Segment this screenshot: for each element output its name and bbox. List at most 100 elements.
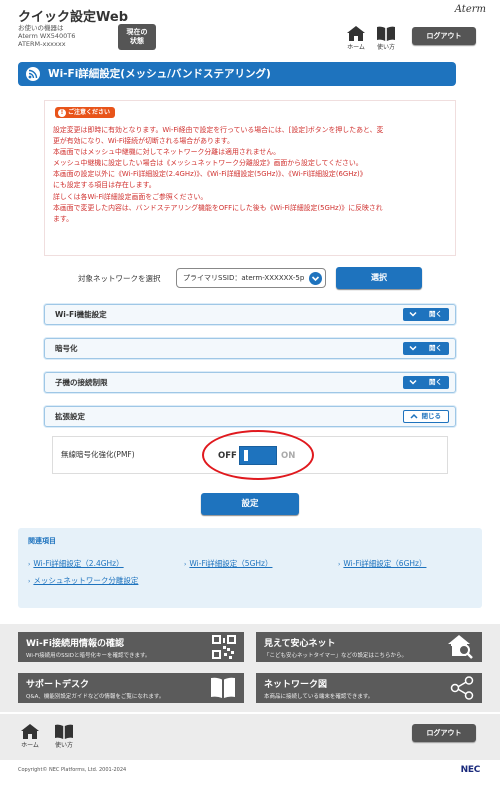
aterm-logo: Aterm [454, 4, 486, 15]
link-mesh-separation[interactable]: › メッシュネットワーク分離設定 [28, 575, 138, 586]
device-info: お使いの機器は Aterm WX5400T6 ATERM-xxxxxx [18, 24, 75, 48]
link-wifi-24ghz[interactable]: › Wi-Fi詳細設定（2.4GHz） [28, 558, 124, 569]
footer-howto-nav[interactable]: 使い方 [50, 724, 78, 749]
notice-badge-text: ご注意ください [68, 109, 111, 116]
card-mieru-anshin-net[interactable]: 見えて安心ネット 「こども安心ネットタイマー」などの設定はこちらから。 [256, 632, 482, 662]
card-desc: 「こども安心ネットタイマー」などの設定はこちらから。 [264, 653, 408, 659]
card-title: 見えて安心ネット [264, 639, 336, 649]
open-button-label: 開く [429, 310, 442, 318]
header: クイック設定Web お使いの機器は Aterm WX5400T6 ATERM-x… [0, 0, 500, 60]
wifi-icon [26, 67, 40, 81]
arrow-right-icon: › [28, 561, 31, 568]
link-wifi-5ghz[interactable]: › Wi-Fi詳細設定（5GHz） [184, 558, 272, 569]
book-icon [55, 724, 73, 739]
close-button[interactable]: 閉じる [403, 410, 449, 423]
device-model: Aterm WX5400T6 [18, 32, 76, 40]
ssid-select-value: プライマリSSID：aterm-XXXXXX-5p [183, 274, 305, 282]
card-network-map[interactable]: ネットワーク図 本商品に接続している端末を確認できます。 [256, 673, 482, 703]
notice-panel: ! ご注意ください 設定変更は即時に有効となります。Wi-Fi経由で設定を行って… [44, 100, 456, 256]
notice-line: 更が有効になり、Wi-Fi接続が切断される場合があります。 [53, 137, 234, 146]
link-text: Wi-Fi詳細設定（6GHz） [343, 559, 427, 568]
arrow-right-icon: › [338, 561, 341, 568]
home-icon [21, 724, 39, 739]
link-text: Wi-Fi詳細設定（5GHz） [189, 559, 273, 568]
chevron-down-icon [309, 272, 322, 285]
accordion-client-limit[interactable]: 子機の接続制限 開く [44, 372, 456, 393]
related-title: 関連項目 [28, 537, 56, 545]
accordion-extended-settings[interactable]: 拡張設定 閉じる [44, 406, 456, 427]
howto-nav[interactable]: 使い方 [372, 26, 400, 51]
notice-text: 設定変更は即時に有効となります。Wi-Fi経由で設定を行っている場合には、[設定… [53, 125, 453, 225]
footer-logout-button[interactable]: ログアウト [412, 724, 476, 742]
related-items: 関連項目 › Wi-Fi詳細設定（2.4GHz） › Wi-Fi詳細設定（5GHz）… [18, 528, 482, 608]
footer-home-nav[interactable]: ホーム [16, 724, 44, 749]
arrow-right-icon: › [28, 578, 31, 585]
notice-line: 本画面の設定以外に《Wi-Fi詳細設定(2.4GHz)》、《Wi-Fi詳細設定(… [53, 170, 367, 179]
app-title: クイック設定Web [18, 10, 128, 25]
qr-code-icon [212, 635, 236, 659]
accordion-label: 子機の接続制限 [55, 378, 108, 387]
pmf-label: 無線暗号化強化(PMF) [61, 450, 135, 459]
accordion-encryption[interactable]: 暗号化 開く [44, 338, 456, 359]
device-info-line: お使いの機器は [18, 24, 64, 32]
notice-line: 詳しくは各Wi-Fi詳細設定画面をご参照ください。 [53, 192, 208, 201]
exclamation-icon: ! [58, 108, 66, 117]
status-button-line2: 状態 [130, 37, 144, 45]
current-status-button[interactable]: 現在の 状態 [118, 24, 156, 50]
open-button[interactable]: 開く [403, 308, 449, 321]
nec-logo: NEC [460, 765, 481, 775]
notice-line: 設定変更は即時に有効となります。Wi-Fi経由で設定を行っている場合には、[設定… [53, 126, 384, 134]
card-wifi-info[interactable]: Wi-Fi接続用情報の確認 Wi-Fi接続用のSSIDと暗号化キーを確認できます… [18, 632, 244, 662]
chevron-down-icon [409, 379, 417, 385]
open-button-label: 開く [429, 344, 442, 352]
close-button-label: 閉じる [421, 412, 442, 420]
device-name: ATERM-xxxxxx [18, 40, 66, 48]
highlight-ellipse [202, 430, 314, 480]
set-button[interactable]: 設定 [201, 493, 299, 515]
home-nav[interactable]: ホーム [342, 26, 370, 51]
card-title: ネットワーク図 [264, 680, 328, 690]
chevron-down-icon [409, 345, 417, 351]
notice-line: にも設定する項目は存在します。 [53, 181, 156, 190]
home-search-icon [448, 635, 473, 659]
logout-button[interactable]: ログアウト [412, 27, 476, 45]
card-title: サポートデスク [26, 680, 90, 690]
link-text: メッシュネットワーク分離設定 [33, 576, 139, 585]
link-text: Wi-Fi詳細設定（2.4GHz） [33, 559, 124, 568]
notice-line: メッシュ中継機に設定したい場合は《メッシュネットワーク分離設定》画面から設定して… [53, 159, 363, 168]
open-button[interactable]: 開く [403, 376, 449, 389]
chevron-up-icon [410, 413, 418, 419]
page-title: Wi-Fi詳細設定(メッシュ/バンドステアリング) [18, 62, 456, 86]
open-button[interactable]: 開く [403, 342, 449, 355]
notice-line: ます。 [53, 214, 73, 223]
chevron-down-icon [409, 311, 417, 317]
ssid-select[interactable]: プライマリSSID：aterm-XXXXXX-5p [176, 268, 326, 288]
card-desc: 本商品に接続している端末を確認できます。 [264, 694, 374, 700]
book-icon [211, 677, 235, 698]
status-button-line1: 現在の [126, 28, 148, 36]
howto-label: 使い方 [376, 44, 395, 51]
accordion-label: 拡張設定 [55, 412, 85, 421]
notice-line: 本画面ではメッシュ中継機に対してネットワーク分離は適用されません。 [53, 148, 280, 157]
page-title-text: Wi-Fi詳細設定(メッシュ/バンドステアリング) [48, 68, 271, 80]
howto-label: 使い方 [54, 742, 73, 749]
card-support-desk[interactable]: サポートデスク Q&A、機能別設定ガイドなどの情報をご覧になれます。 [18, 673, 244, 703]
card-desc: Q&A、機能別設定ガイドなどの情報をご覧になれます。 [26, 694, 165, 700]
accordion-wifi-function[interactable]: Wi-Fi機能設定 開く [44, 304, 456, 325]
select-button[interactable]: 選択 [336, 267, 422, 289]
link-wifi-6ghz[interactable]: › Wi-Fi詳細設定（6GHz） [338, 558, 426, 569]
network-share-icon [450, 676, 474, 700]
card-title: Wi-Fi接続用情報の確認 [26, 639, 124, 649]
notice-badge: ! ご注意ください [55, 107, 115, 118]
home-icon [347, 26, 365, 41]
card-desc: Wi-Fi接続用のSSIDと暗号化キーを確認できます。 [26, 653, 151, 659]
arrow-right-icon: › [184, 561, 187, 568]
home-label: ホーム [347, 44, 365, 51]
home-label: ホーム [21, 742, 39, 749]
accordion-label: Wi-Fi機能設定 [55, 310, 107, 319]
book-icon [377, 26, 395, 41]
notice-line: 本画面で変更した内容は、バンドステアリング機能をOFFにした後も《Wi-Fi詳細… [53, 203, 383, 212]
accordion-label: 暗号化 [55, 344, 78, 353]
copyright: Copyright© NEC Platforms, Ltd. 2001-2024 [18, 767, 127, 773]
open-button-label: 開く [429, 378, 442, 386]
